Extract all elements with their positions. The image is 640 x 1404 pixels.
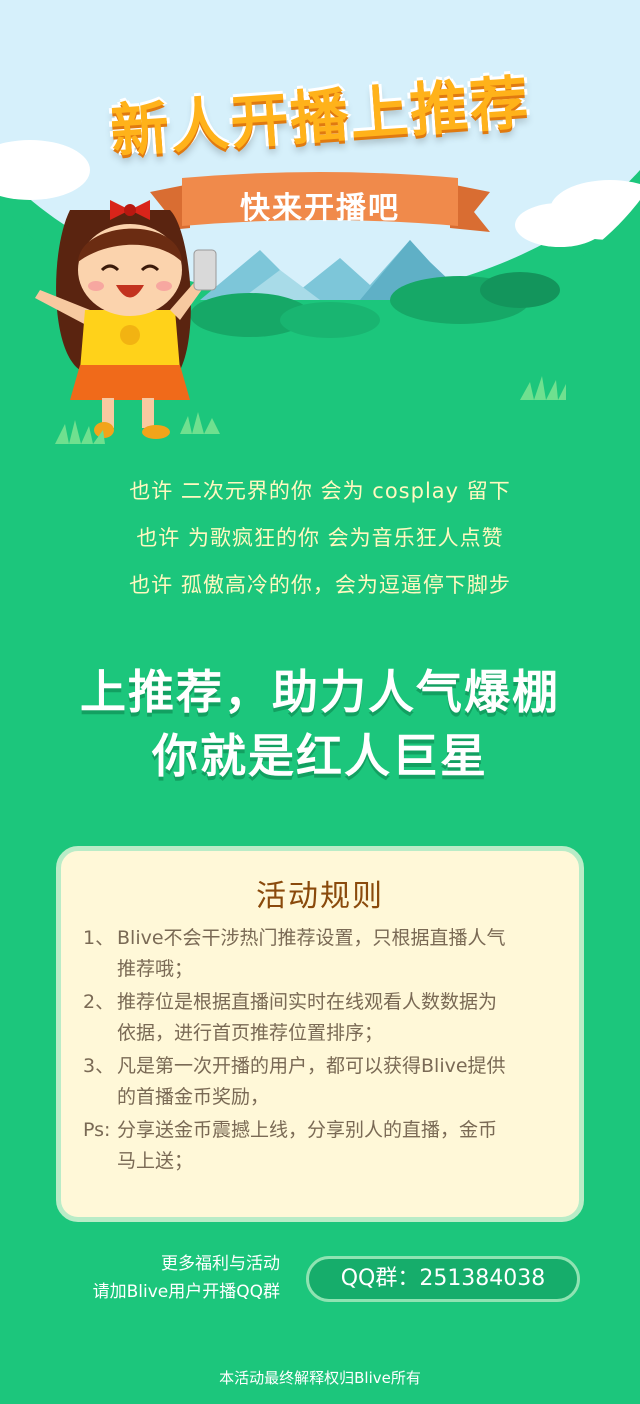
footer-disclaimer: 本活动最终解释权归Blive所有 <box>219 1369 421 1387</box>
rules-card: 活动规则 1、 Blive不会干涉热门推荐设置，只根据直播人气 推荐哦； 2、 … <box>56 846 584 1222</box>
rule-text: 凡是第一次开播的用户，都可以获得Blive提供 <box>117 1055 506 1077</box>
headline-line-1: 上推荐，助力人气爆棚 <box>80 665 560 719</box>
rule-text: 推荐位是根据直播间实时在线观看人数数据为 <box>117 991 498 1013</box>
rule-number: 3、 <box>83 1055 115 1077</box>
rule-number: 2、 <box>83 991 115 1013</box>
promo-page: 新人开播上推荐 快来开播吧 也许 二次元界的你 会为 cosplay 留下 也许… <box>0 0 640 1404</box>
slogan-list: 也许 二次元界的你 会为 cosplay 留下 也许 为歌疯狂的你 会为音乐狂人… <box>0 468 640 609</box>
rule-text-continued: 推荐哦； <box>117 958 194 980</box>
qq-group-button[interactable]: QQ群：251384038 <box>306 1256 580 1302</box>
rule-text-continued: 马上送； <box>117 1150 194 1172</box>
rules-title: 活动规则 <box>256 879 384 914</box>
grass-icon <box>520 376 566 400</box>
rule-text-continued: 的首播金币奖励， <box>117 1086 270 1108</box>
slogan-line: 也许 二次元界的你 会为 cosplay 留下 <box>129 479 511 503</box>
slogan-line: 也许 孤傲高冷的你，会为逗逼停下脚步 <box>129 573 511 597</box>
girl-mascot-illustration <box>35 200 217 439</box>
headline-line-2: 你就是红人巨星 <box>152 729 488 783</box>
rule-text: 分享送金币震撼上线，分享别人的直播，金币 <box>117 1119 498 1141</box>
headline: 上推荐，助力人气爆棚 你就是红人巨星 <box>0 660 640 788</box>
rule-text: Blive不会干涉热门推荐设置，只根据直播人气 <box>117 927 506 949</box>
contact-line-2: 请加Blive用户开播QQ群 <box>92 1282 280 1302</box>
rule-number: 1、 <box>83 927 115 949</box>
slogan-line: 也许 为歌疯狂的你 会为音乐狂人点赞 <box>136 526 504 550</box>
contact-info: 更多福利与活动 请加Blive用户开播QQ群 <box>40 1250 280 1306</box>
rule-text-continued: 依据，进行首页推荐位置排序； <box>117 1022 384 1044</box>
grass-icon <box>180 412 220 434</box>
contact-line-1: 更多福利与活动 <box>161 1254 280 1274</box>
rule-number: Ps: <box>83 1119 111 1141</box>
grass-icon <box>55 420 105 444</box>
